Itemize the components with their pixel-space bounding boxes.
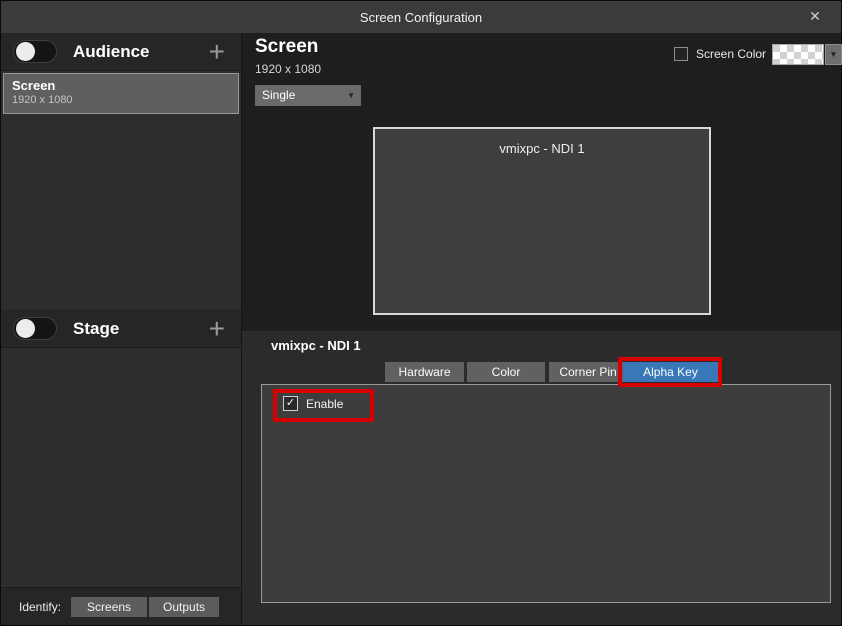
screen-item-title: Screen [12,78,230,93]
title-bar[interactable]: Screen Configuration ✕ [1,1,841,33]
window-title: Screen Configuration [360,10,482,25]
sidebar: Audience + Screen 1920 x 1080 Stage + Id… [1,33,242,625]
tab-corner-pin[interactable]: Corner Pin [549,362,627,382]
chevron-down-icon: ▼ [347,85,355,106]
screen-color-label: Screen Color [696,47,766,61]
enable-row: ✓ Enable [283,396,343,411]
audience-screen-list: Screen 1920 x 1080 [1,71,241,310]
stage-toggle[interactable] [13,317,57,340]
screen-color-swatch[interactable] [772,44,824,65]
close-icon[interactable]: ✕ [805,8,825,25]
screen-configuration-window: Screen Configuration ✕ Audience + Screen… [0,0,842,626]
stage-header: Stage + [1,310,241,348]
screen-color-dropdown-icon[interactable]: ▼ [825,44,842,65]
layout-dropdown-value: Single [262,88,295,102]
check-icon: ✓ [286,397,295,409]
toggle-knob [16,42,35,61]
audience-header: Audience + [1,33,241,71]
screen-list-item[interactable]: Screen 1920 x 1080 [3,73,239,114]
main-panel: Screen 1920 x 1080 Screen Color ▼ Single… [242,33,841,625]
identify-outputs-button[interactable]: Outputs [149,597,219,617]
identify-screens-button[interactable]: Screens [71,597,147,617]
window-body: Audience + Screen 1920 x 1080 Stage + Id… [1,33,841,625]
layout-dropdown[interactable]: Single ▼ [255,85,361,106]
screen-resolution: 1920 x 1080 [255,62,321,76]
screen-item-resolution: 1920 x 1080 [12,94,230,106]
tab-alpha-key[interactable]: Alpha Key [623,362,718,382]
stage-label: Stage [73,319,205,339]
alpha-key-panel: ✓ Enable [261,384,831,603]
audience-toggle[interactable] [13,40,57,63]
add-audience-screen-icon[interactable]: + [205,40,229,64]
toggle-knob [16,319,35,338]
identify-bar: Identify: Screens Outputs [1,587,241,625]
source-detail-section: vmixpc - NDI 1 Hardware Color Corner Pin… [242,331,841,625]
source-name-label: vmixpc - NDI 1 [271,338,361,353]
enable-checkbox[interactable]: ✓ [283,396,298,411]
audience-label: Audience [73,42,205,62]
tab-color[interactable]: Color [467,362,545,382]
stage-screen-list [1,348,241,587]
enable-label: Enable [306,397,343,411]
identify-label: Identify: [19,600,61,614]
screen-preview[interactable]: vmixpc - NDI 1 [373,127,711,315]
screen-title: Screen [255,36,318,58]
tab-hardware[interactable]: Hardware [385,362,464,382]
add-stage-screen-icon[interactable]: + [205,317,229,341]
preview-source-label: vmixpc - NDI 1 [375,141,709,156]
screen-section: Screen 1920 x 1080 Screen Color ▼ Single… [242,33,841,331]
screen-color-checkbox[interactable] [674,47,688,61]
